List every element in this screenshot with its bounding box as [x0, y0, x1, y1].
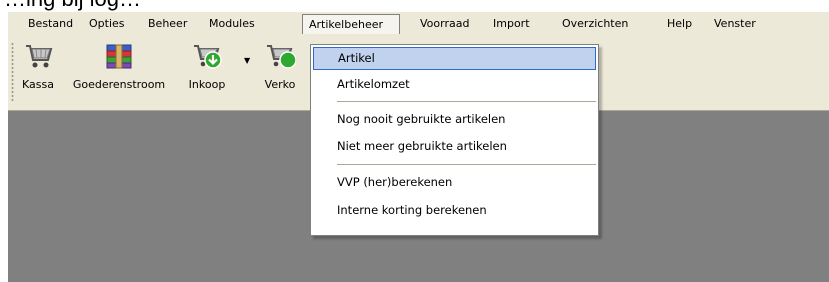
menu-item-nog-nooit-gebruikte[interactable]: Nog nooit gebruikte artikelen — [313, 108, 596, 131]
menu-item-vvp-herberekenen[interactable]: VVP (her)berekenen — [313, 171, 596, 194]
kassa-button[interactable]: Kassa — [16, 40, 60, 91]
menu-beheer[interactable]: Beheer — [142, 15, 193, 33]
cropped-heading-text: …ing bij log… — [4, 0, 141, 12]
menu-opties[interactable]: Opties — [83, 15, 131, 33]
goederenstroom-button[interactable]: Goederenstroom — [64, 40, 174, 91]
inkoop-label: Inkoop — [188, 78, 226, 91]
goederenstroom-label: Goederenstroom — [72, 78, 166, 91]
shopping-cart-icon — [26, 45, 53, 68]
toolbar-grip[interactable] — [11, 42, 14, 102]
kassa-label: Kassa — [22, 78, 54, 91]
menu-artikelbeheer[interactable]: Artikelbeheer — [302, 14, 400, 34]
menu-item-artikel[interactable]: Artikel — [313, 47, 596, 70]
menu-modules[interactable]: Modules — [203, 15, 261, 33]
verkoop-label: Verko — [264, 78, 296, 91]
menu-help[interactable]: Help — [661, 15, 698, 33]
artikelbeheer-dropdown-menu: Artikel Artikelomzet Nog nooit gebruikte… — [310, 44, 599, 236]
cart-down-arrow-icon — [194, 45, 222, 69]
archive-books-icon — [106, 44, 132, 69]
menu-item-artikelomzet[interactable]: Artikelomzet — [313, 73, 596, 96]
cart-up-arrow-icon — [267, 45, 296, 69]
menu-import[interactable]: Import — [487, 15, 536, 33]
menu-separator — [337, 164, 596, 165]
application-window: Bestand Opties Beheer Modules Artikelbeh… — [8, 12, 829, 282]
menu-venster[interactable]: Venster — [708, 15, 762, 33]
menu-separator — [337, 101, 596, 102]
menu-voorraad[interactable]: Voorraad — [414, 15, 475, 33]
menu-bar: Bestand Opties Beheer Modules Artikelbeh… — [8, 12, 829, 34]
inkoop-button[interactable]: Inkoop — [182, 40, 232, 91]
menu-overzichten[interactable]: Overzichten — [556, 15, 634, 33]
menu-item-niet-meer-gebruikte[interactable]: Niet meer gebruikte artikelen — [313, 135, 596, 158]
verkoop-button[interactable]: Verko — [256, 40, 304, 91]
menu-item-interne-korting[interactable]: Interne korting berekenen — [313, 199, 596, 222]
inkoop-dropdown-arrow-icon[interactable]: ▼ — [244, 56, 250, 65]
menu-bestand[interactable]: Bestand — [22, 15, 79, 33]
